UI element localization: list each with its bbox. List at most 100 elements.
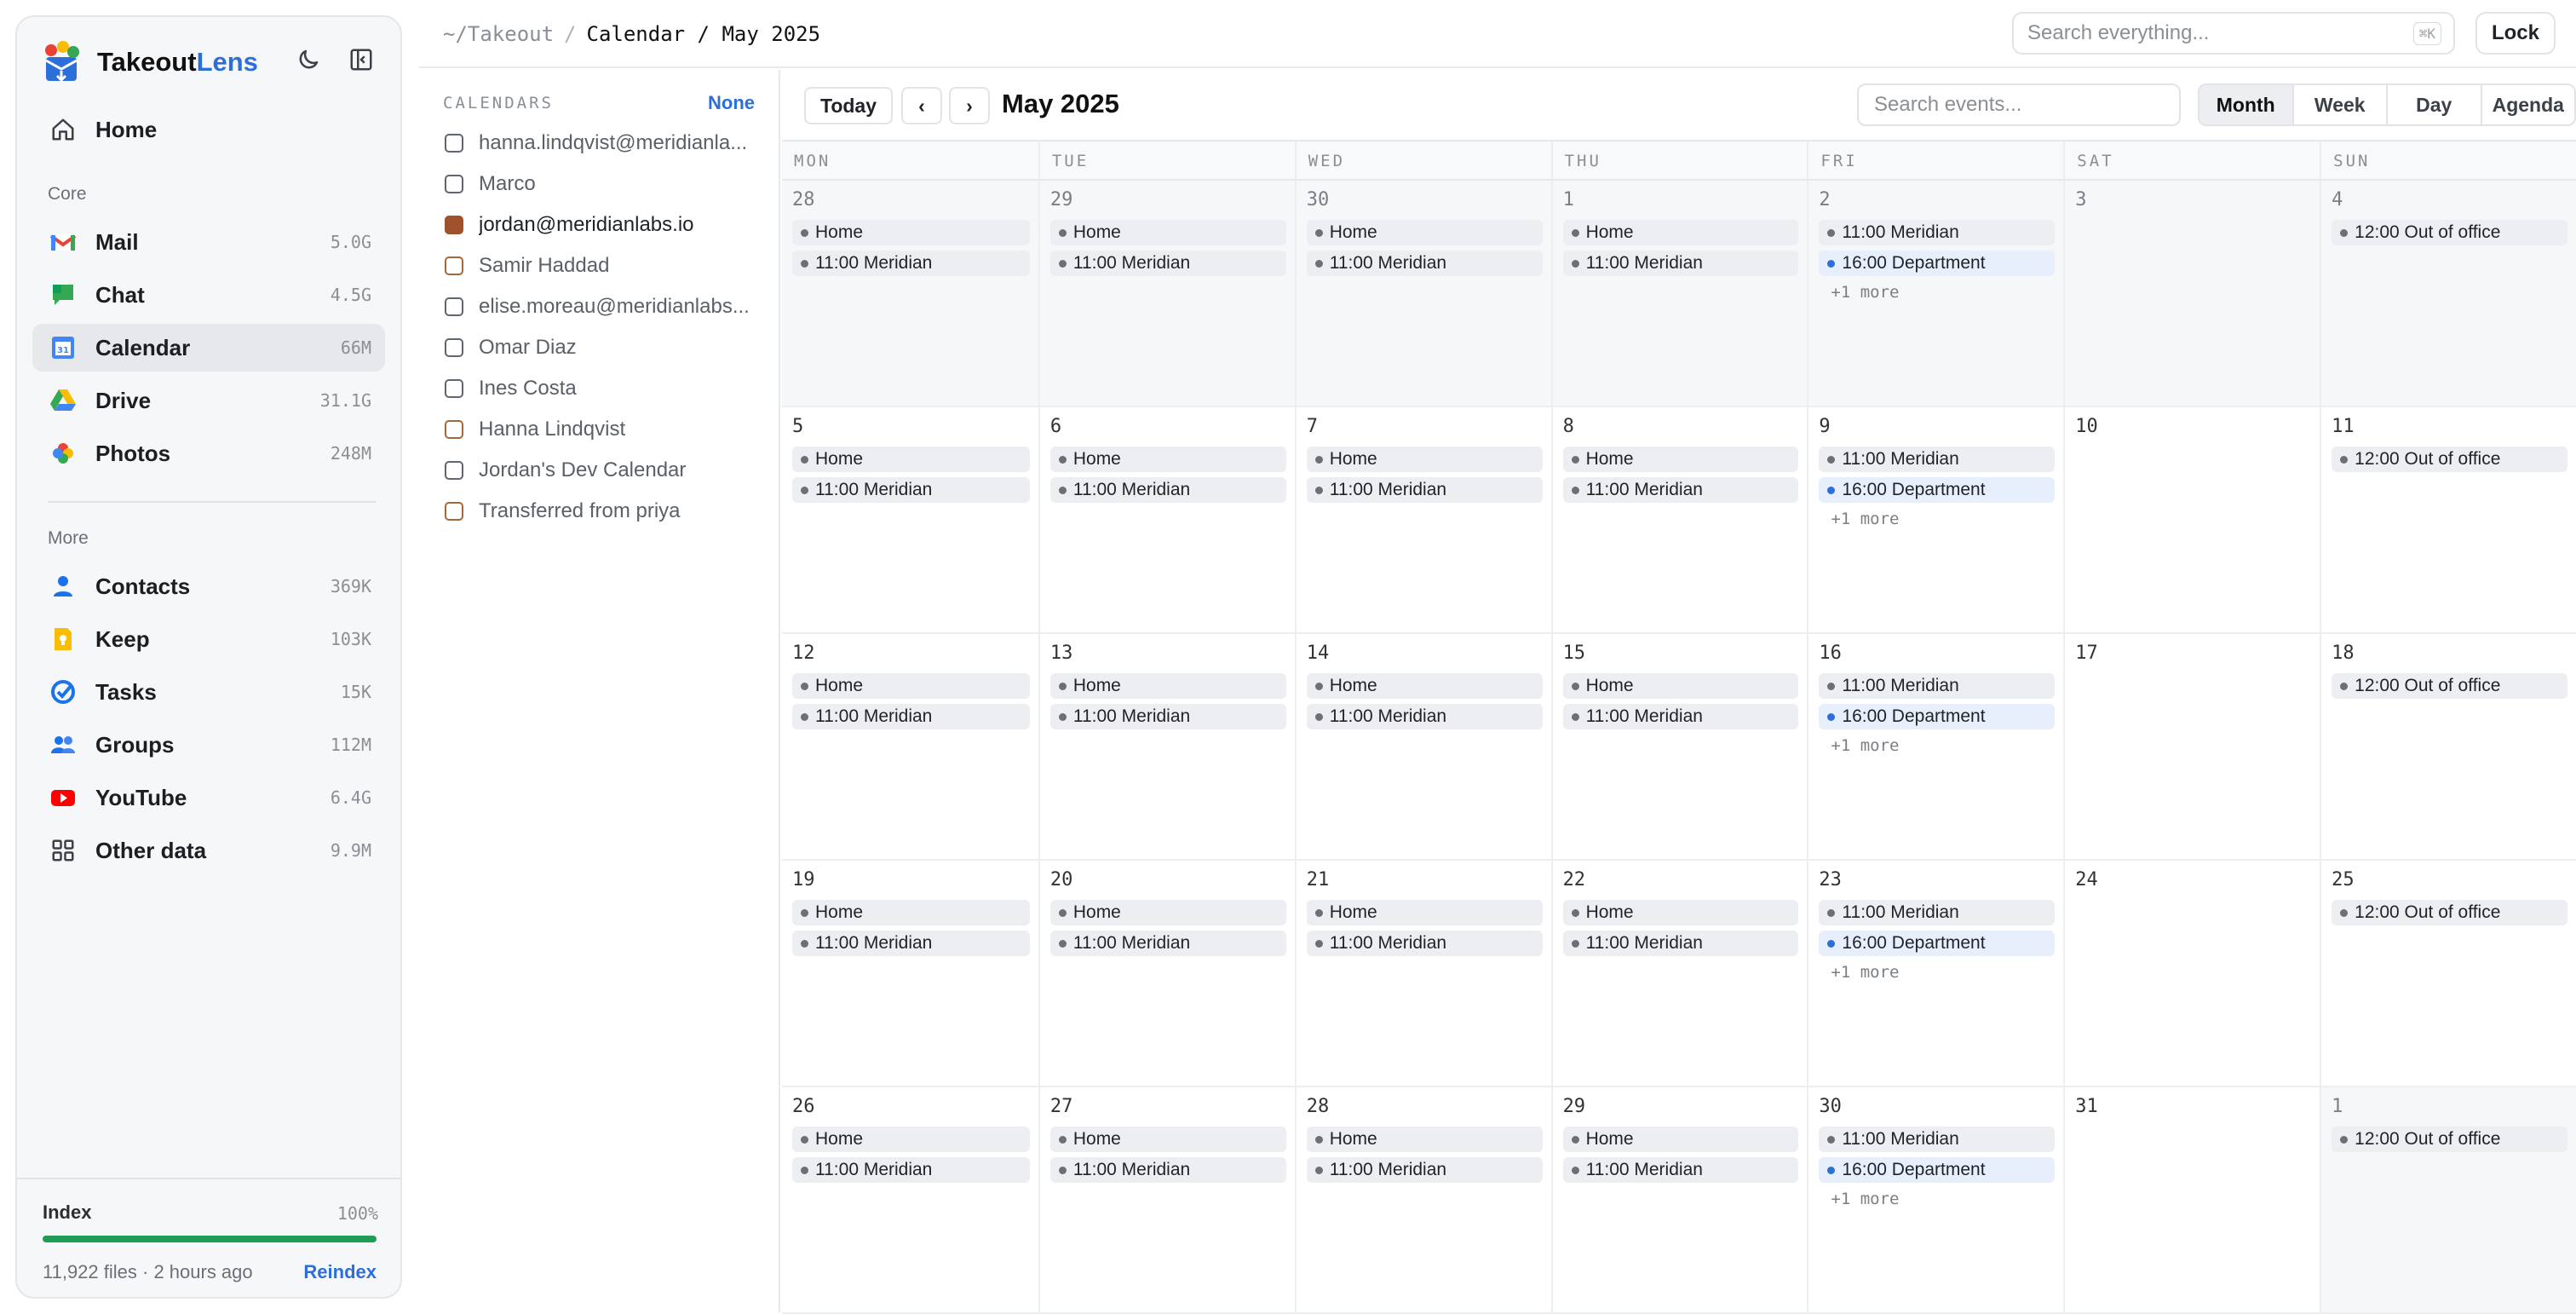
day-cell[interactable]: 31	[2063, 1087, 2320, 1312]
nav-home[interactable]: Home	[32, 106, 385, 153]
calendar-toggle[interactable]: hanna.lindqvist@meridianla...	[445, 126, 762, 160]
nav-youtube[interactable]: YouTube 6.4G	[32, 774, 385, 821]
event-chip[interactable]: 11:00 Meridian	[792, 931, 1030, 956]
event-chip[interactable]: 16:00 Department	[1819, 251, 2055, 276]
nav-groups[interactable]: Groups 112M	[32, 721, 385, 769]
event-chip[interactable]: 11:00 Meridian	[1563, 251, 1799, 276]
day-cell[interactable]: 27Home11:00 Meridian	[1038, 1087, 1295, 1312]
more-events-link[interactable]: +1 more	[1819, 963, 2055, 982]
event-chip[interactable]: 11:00 Meridian	[1050, 704, 1286, 729]
event-chip[interactable]: 11:00 Meridian	[1050, 477, 1286, 503]
event-chip[interactable]: 11:00 Meridian	[1819, 447, 2055, 472]
calendar-toggle[interactable]: Samir Haddad	[445, 249, 762, 283]
day-cell[interactable]: 12Home11:00 Meridian	[782, 634, 1038, 859]
event-chip[interactable]: 11:00 Meridian	[1563, 704, 1799, 729]
event-chip[interactable]: Home	[1307, 1127, 1543, 1152]
event-chip[interactable]: 11:00 Meridian	[1307, 1157, 1543, 1183]
event-chip[interactable]: Home	[792, 447, 1030, 472]
event-chip[interactable]: Home	[1563, 900, 1799, 925]
global-search[interactable]: ⌘K	[2012, 12, 2455, 55]
event-chip[interactable]: 12:00 Out of office	[2332, 1127, 2567, 1152]
more-events-link[interactable]: +1 more	[1819, 283, 2055, 302]
event-chip[interactable]: 11:00 Meridian	[1307, 251, 1543, 276]
nav-calendar[interactable]: 31 Calendar 66M	[32, 324, 385, 372]
nav-mail[interactable]: Mail 5.0G	[32, 218, 385, 266]
event-chip[interactable]: 12:00 Out of office	[2332, 447, 2567, 472]
event-chip[interactable]: 11:00 Meridian	[1563, 1157, 1799, 1183]
day-cell[interactable]: 3011:00 Meridian16:00 Department+1 more	[1807, 1087, 2063, 1312]
calendar-checkbox[interactable]	[445, 134, 463, 153]
calendar-toggle[interactable]: jordan@meridianlabs.io	[445, 208, 762, 242]
day-cell[interactable]: 19Home11:00 Meridian	[782, 861, 1038, 1086]
event-chip[interactable]: 11:00 Meridian	[1050, 931, 1286, 956]
calendars-none-button[interactable]: None	[708, 92, 755, 114]
dark-mode-icon[interactable]	[291, 43, 325, 77]
collapse-sidebar-icon[interactable]	[344, 43, 378, 77]
calendar-toggle[interactable]: Omar Diaz	[445, 331, 762, 365]
nav-photos[interactable]: Photos 248M	[32, 429, 385, 477]
event-chip[interactable]: 16:00 Department	[1819, 704, 2055, 729]
day-cell[interactable]: 26Home11:00 Meridian	[782, 1087, 1038, 1312]
calendar-toggle[interactable]: Transferred from priya	[445, 494, 762, 528]
event-chip[interactable]: 11:00 Meridian	[792, 704, 1030, 729]
event-chip[interactable]: Home	[1050, 220, 1286, 245]
day-cell[interactable]: 24	[2063, 861, 2320, 1086]
next-month-button[interactable]: ›	[949, 87, 990, 124]
event-chip[interactable]: Home	[792, 673, 1030, 699]
event-chip[interactable]: 11:00 Meridian	[1563, 477, 1799, 503]
calendar-checkbox[interactable]	[445, 175, 463, 193]
nav-tasks[interactable]: Tasks 15K	[32, 668, 385, 716]
event-chip[interactable]: Home	[1050, 900, 1286, 925]
view-day-tab[interactable]: Day	[2386, 85, 2481, 124]
nav-drive[interactable]: Drive 31.1G	[32, 377, 385, 424]
day-cell[interactable]: 2512:00 Out of office	[2320, 861, 2576, 1086]
more-events-link[interactable]: +1 more	[1819, 736, 2055, 755]
day-cell[interactable]: 29Home11:00 Meridian	[1551, 1087, 1808, 1312]
day-cell[interactable]: 28Home11:00 Meridian	[1295, 1087, 1551, 1312]
day-cell[interactable]: 412:00 Out of office	[2320, 181, 2576, 406]
day-cell[interactable]: 17	[2063, 634, 2320, 859]
day-cell[interactable]: 22Home11:00 Meridian	[1551, 861, 1808, 1086]
event-chip[interactable]: Home	[1307, 220, 1543, 245]
day-cell[interactable]: 1812:00 Out of office	[2320, 634, 2576, 859]
day-cell[interactable]: 8Home11:00 Meridian	[1551, 407, 1808, 632]
global-search-input[interactable]	[2027, 21, 2385, 45]
reindex-button[interactable]: Reindex	[303, 1261, 377, 1283]
logo[interactable]: TakeoutLens	[37, 36, 380, 89]
day-cell[interactable]: 1611:00 Meridian16:00 Department+1 more	[1807, 634, 2063, 859]
day-cell[interactable]: 10	[2063, 407, 2320, 632]
prev-month-button[interactable]: ‹	[901, 87, 942, 124]
view-week-tab[interactable]: Week	[2292, 85, 2387, 124]
event-chip[interactable]: 11:00 Meridian	[1307, 931, 1543, 956]
day-cell[interactable]: 1Home11:00 Meridian	[1551, 181, 1808, 406]
event-chip[interactable]: 12:00 Out of office	[2332, 900, 2567, 925]
event-chip[interactable]: 16:00 Department	[1819, 477, 2055, 503]
nav-keep[interactable]: Keep 103K	[32, 615, 385, 663]
calendar-toggle[interactable]: elise.moreau@meridianlabs...	[445, 290, 762, 324]
event-chip[interactable]: 11:00 Meridian	[1050, 251, 1286, 276]
calendar-checkbox[interactable]	[445, 216, 463, 234]
day-cell[interactable]: 2311:00 Meridian16:00 Department+1 more	[1807, 861, 2063, 1086]
event-search-input[interactable]	[1857, 84, 2181, 126]
calendar-checkbox[interactable]	[445, 338, 463, 357]
calendar-toggle[interactable]: Jordan's Dev Calendar	[445, 453, 762, 487]
event-chip[interactable]: Home	[1563, 673, 1799, 699]
view-month-tab[interactable]: Month	[2199, 85, 2292, 124]
day-cell[interactable]: 6Home11:00 Meridian	[1038, 407, 1295, 632]
day-cell[interactable]: 15Home11:00 Meridian	[1551, 634, 1808, 859]
event-chip[interactable]: Home	[792, 220, 1030, 245]
event-chip[interactable]: Home	[1563, 447, 1799, 472]
day-cell[interactable]: 20Home11:00 Meridian	[1038, 861, 1295, 1086]
event-chip[interactable]: 11:00 Meridian	[1307, 477, 1543, 503]
event-chip[interactable]: 11:00 Meridian	[1307, 704, 1543, 729]
more-events-link[interactable]: +1 more	[1819, 510, 2055, 528]
event-chip[interactable]: 11:00 Meridian	[792, 1157, 1030, 1183]
view-agenda-tab[interactable]: Agenda	[2481, 85, 2575, 124]
today-button[interactable]: Today	[804, 87, 893, 124]
event-chip[interactable]: Home	[792, 1127, 1030, 1152]
event-chip[interactable]: 11:00 Meridian	[1563, 931, 1799, 956]
day-cell[interactable]: 911:00 Meridian16:00 Department+1 more	[1807, 407, 2063, 632]
day-cell[interactable]: 3	[2063, 181, 2320, 406]
event-chip[interactable]: Home	[1563, 1127, 1799, 1152]
day-cell[interactable]: 14Home11:00 Meridian	[1295, 634, 1551, 859]
